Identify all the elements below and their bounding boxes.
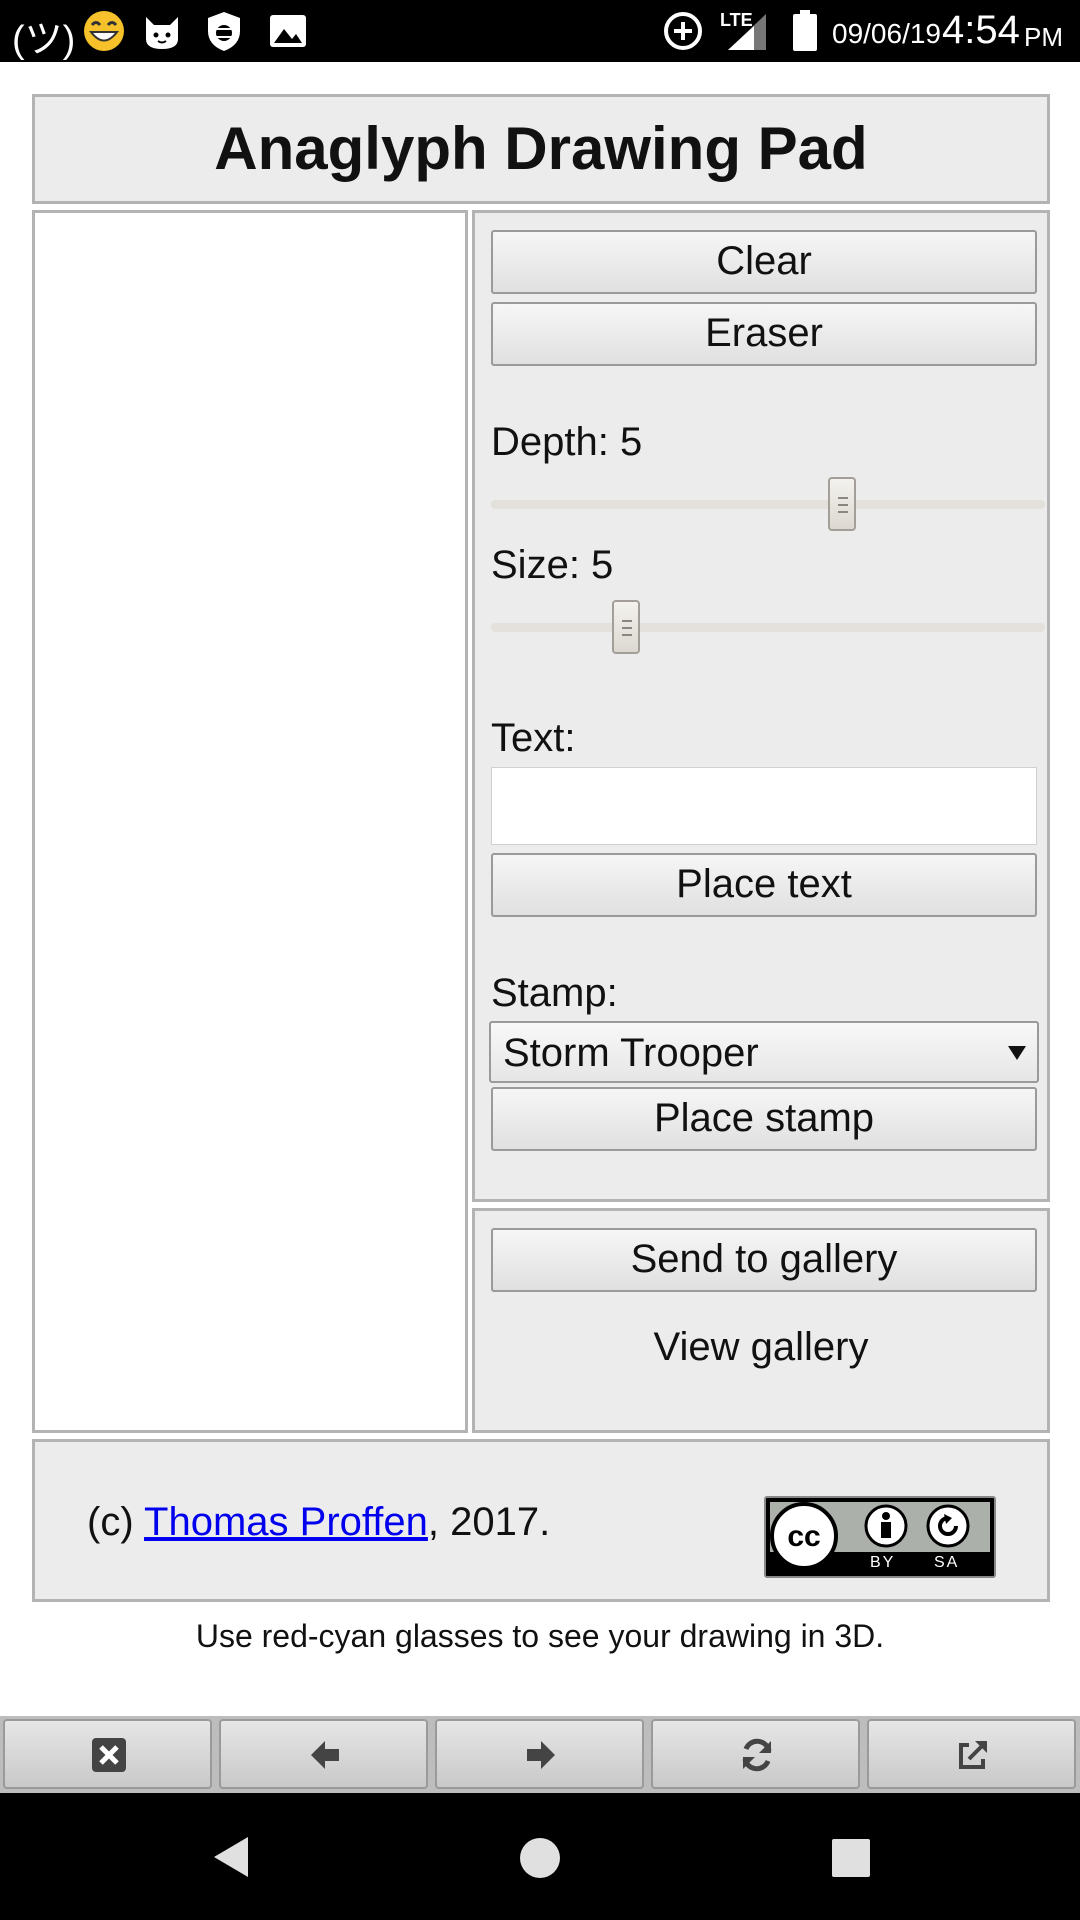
home-circle-icon[interactable] <box>519 1837 561 1879</box>
arrow-right-icon <box>527 1741 555 1769</box>
recents-square-icon[interactable] <box>832 1839 870 1877</box>
page-title: Anaglyph Drawing Pad <box>214 115 868 182</box>
refresh-button[interactable] <box>651 1719 860 1789</box>
controls-panel: Clear Eraser Depth: 5 Size: 5 Text: Plac… <box>472 210 1050 1202</box>
copyright-suffix: , 2017. <box>427 1500 551 1544</box>
depth-label: Depth: 5 <box>491 420 643 464</box>
open-external-button[interactable] <box>867 1719 1076 1789</box>
place-stamp-button[interactable]: Place stamp <box>491 1087 1037 1151</box>
image-icon <box>270 15 306 47</box>
depth-slider[interactable] <box>491 477 1045 531</box>
cat-icon <box>146 17 178 49</box>
place-text-button[interactable]: Place text <box>491 853 1037 917</box>
back-triangle-icon[interactable] <box>210 1835 250 1879</box>
clear-button[interactable]: Clear <box>491 230 1037 294</box>
size-slider[interactable] <box>491 600 1045 654</box>
size-label: Size: 5 <box>491 543 614 587</box>
battery-icon <box>793 10 817 51</box>
footer-panel: (c) Thomas Proffen, 2017. cc BY SA <box>32 1439 1050 1602</box>
stamp-select[interactable]: Storm Trooper <box>489 1021 1039 1083</box>
system-nav-bar <box>0 1793 1080 1920</box>
external-link-icon <box>959 1741 987 1769</box>
copyright-prefix: (c) <box>87 1500 145 1544</box>
svg-text:cc: cc <box>787 1520 820 1553</box>
status-ampm: PM <box>1024 22 1063 52</box>
send-to-gallery-button[interactable]: Send to gallery <box>491 1228 1037 1292</box>
stamp-selected-value: Storm Trooper <box>503 1031 759 1075</box>
back-button[interactable] <box>219 1719 428 1789</box>
glasses-note: Use red-cyan glasses to see your drawing… <box>195 1618 885 1654</box>
badge-sa-label: SA <box>934 1554 960 1571</box>
eraser-button[interactable]: Eraser <box>491 302 1037 366</box>
refresh-icon <box>742 1738 772 1772</box>
drawing-canvas[interactable] <box>32 210 468 1433</box>
title-panel: Anaglyph Drawing Pad <box>32 94 1050 204</box>
forward-button[interactable] <box>435 1719 644 1789</box>
depth-slider-thumb[interactable] <box>828 477 856 531</box>
author-link[interactable]: Thomas Proffen <box>144 1500 428 1544</box>
status-kaomoji: (ツ) <box>12 19 76 61</box>
text-label: Text: <box>491 716 576 760</box>
stamp-label: Stamp: <box>491 971 618 1015</box>
view-gallery-link[interactable]: View gallery <box>475 1325 1047 1370</box>
status-date: 09/06/19 <box>832 18 941 49</box>
badge-by-label: BY <box>870 1554 896 1571</box>
gallery-panel: Send to gallery View gallery <box>472 1208 1050 1433</box>
browser-toolbar <box>0 1716 1080 1793</box>
status-bar: (ツ) LTE 09/06/19 4:54 PM <box>0 0 1080 62</box>
grinning-emoji-icon <box>84 11 124 51</box>
data-saver-icon <box>664 12 702 50</box>
signal-icon <box>728 14 766 50</box>
status-time: 4:54 <box>942 8 1020 52</box>
size-slider-thumb[interactable] <box>612 600 640 654</box>
text-input[interactable] <box>491 767 1037 845</box>
dropdown-arrow-icon <box>1008 1046 1026 1060</box>
arrow-left-icon <box>311 1741 339 1769</box>
cc-by-sa-badge[interactable]: cc BY SA <box>764 1496 996 1578</box>
close-icon <box>92 1738 126 1772</box>
shield-icon <box>208 12 240 51</box>
copyright-text: (c) Thomas Proffen, 2017. <box>87 1500 550 1545</box>
close-button[interactable] <box>3 1719 212 1789</box>
